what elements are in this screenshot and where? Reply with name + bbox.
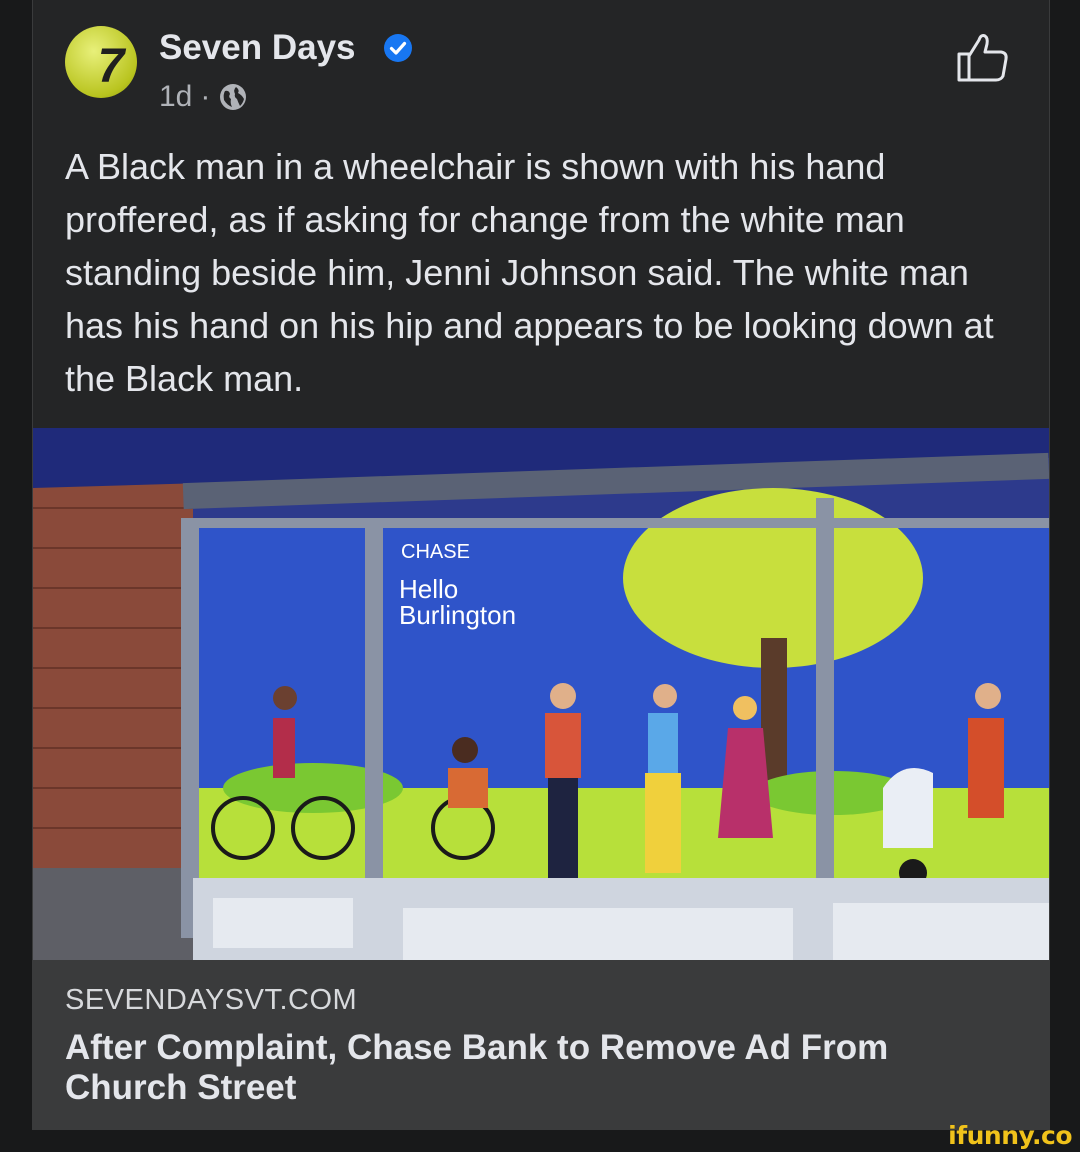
photo-sign-brand: CHASE — [401, 541, 470, 563]
link-headline[interactable]: After Complaint, Chase Bank to Remove Ad… — [65, 1028, 1005, 1108]
globe-icon — [220, 84, 247, 110]
ifunny-watermark: ifunny.co — [948, 1121, 1072, 1150]
chase-window-mural-image: CHASE Hello Burlington — [33, 428, 1049, 960]
verified-badge-icon — [384, 34, 412, 62]
link-domain[interactable]: SEVENDAYSVT.COM — [65, 984, 357, 1017]
photo-sign-line2: Burlington — [399, 600, 516, 630]
post-text: A Black man in a wheelchair is shown wit… — [65, 146, 994, 399]
avatar[interactable]: 7 — [65, 26, 137, 98]
post-photo[interactable]: CHASE Hello Burlington — [33, 428, 1049, 960]
post-meta: 1d · — [159, 80, 248, 114]
post-card: 7 Seven Days 1d · A Black man in a wheel… — [32, 0, 1050, 1130]
thumbs-up-icon[interactable] — [955, 30, 1011, 84]
meta-separator: · — [200, 80, 211, 113]
avatar-logo-text: 7 — [97, 39, 125, 93]
post-time[interactable]: 1d — [159, 80, 192, 114]
page-name[interactable]: Seven Days — [159, 28, 356, 68]
